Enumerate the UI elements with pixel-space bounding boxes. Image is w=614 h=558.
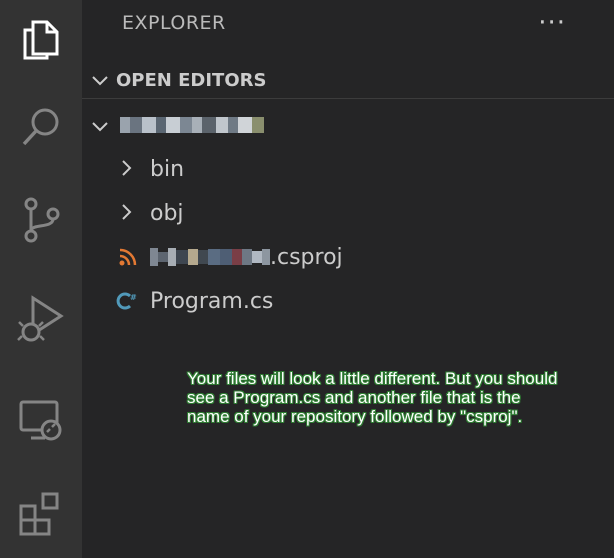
activity-bar <box>0 0 82 558</box>
workspace-folder-row[interactable] <box>82 104 614 146</box>
source-control-icon <box>19 196 63 244</box>
activity-run-debug[interactable] <box>0 280 82 360</box>
explorer-sidebar: EXPLORER ··· OPEN EDITORS bin obj .cspro… <box>82 0 614 558</box>
tree-item-obj[interactable]: obj <box>82 192 614 234</box>
explorer-title: EXPLORER <box>122 12 226 34</box>
tree-item-label: .csproj <box>270 244 343 270</box>
tree-item-label: Program.cs <box>150 288 274 314</box>
activity-extensions[interactable] <box>0 474 82 554</box>
csproj-name-redacted <box>150 248 270 266</box>
open-editors-label: OPEN EDITORS <box>116 69 267 91</box>
tree-item-csproj[interactable]: .csproj <box>82 236 614 278</box>
rss-icon <box>118 248 138 266</box>
chevron-right-icon <box>122 201 142 226</box>
chevron-down-icon <box>92 71 112 90</box>
activity-remote-explorer[interactable] <box>0 380 82 460</box>
tree-item-program-cs[interactable]: # Program.cs <box>82 280 614 322</box>
chevron-right-icon <box>122 157 142 182</box>
tree-item-label: bin <box>150 156 185 182</box>
activity-explorer[interactable] <box>0 0 82 80</box>
svg-text:#: # <box>130 293 137 302</box>
remote-explorer-icon <box>17 396 65 444</box>
extensions-icon <box>17 490 65 538</box>
activity-search[interactable] <box>0 88 82 168</box>
chevron-down-icon <box>92 113 112 138</box>
tree-item-bin[interactable]: bin <box>82 148 614 190</box>
run-debug-icon <box>17 294 65 346</box>
open-editors-section[interactable]: OPEN EDITORS <box>82 62 614 99</box>
more-actions-button[interactable]: ··· <box>538 8 566 38</box>
annotation-note: Your files will look a little different.… <box>187 369 558 426</box>
csharp-icon: # <box>116 290 138 312</box>
workspace-folder-name-redacted <box>120 117 264 133</box>
search-icon <box>19 104 63 152</box>
files-icon <box>19 16 63 64</box>
more-icon: ··· <box>538 8 566 38</box>
activity-source-control[interactable] <box>0 180 82 260</box>
tree-item-label: obj <box>150 200 184 226</box>
